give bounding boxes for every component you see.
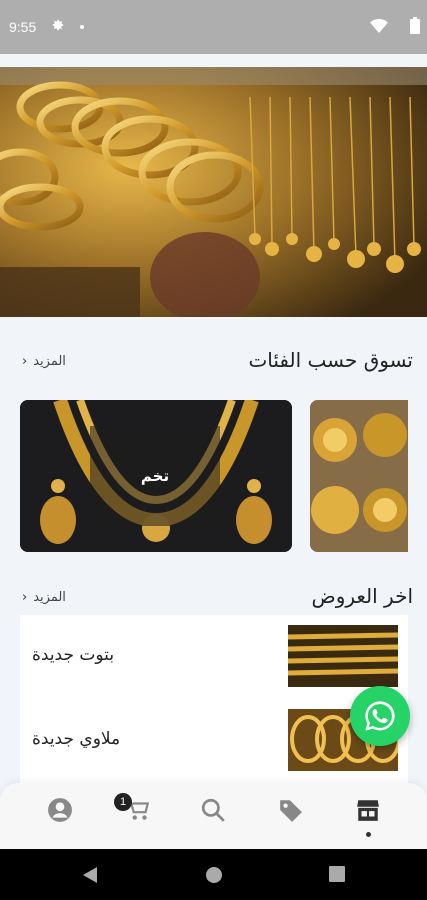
category-card[interactable]: تخم [20,400,292,552]
chevron-left-icon: ‹ [22,354,28,369]
nav-store[interactable] [353,795,383,825]
category-label: تخم [90,426,220,526]
store-icon [357,800,379,821]
gear-icon [52,19,64,31]
status-bar: 9:55 [0,0,427,54]
categories-more-link[interactable]: المزيد ‹ [22,354,66,369]
more-label: المزيد [33,354,66,369]
hero-image [0,67,427,317]
categories-header: تسوق حسب الفئات المزيد ‹ [0,348,427,378]
nav-search[interactable] [198,795,228,825]
search-icon [201,798,225,822]
coins-image [310,400,408,552]
cart-badge: 1 [114,793,132,811]
offer-name: بتوت جديدة [32,645,115,665]
offer-image [288,625,398,687]
offers-title: اخر العروض [311,584,413,608]
more-label: المزيد [33,590,66,605]
offers-list: بتوت جديدة ملاوي جديدة [20,615,408,785]
bottom-navigation [0,783,427,849]
whatsapp-icon [365,701,395,731]
category-card[interactable] [310,400,408,552]
offers-more-link[interactable]: المزيد ‹ [22,590,66,605]
chevron-left-icon: ‹ [22,590,28,605]
status-time: 9:55 [9,19,37,35]
categories-title: تسوق حسب الفئات [248,348,413,372]
nav-offers[interactable] [276,795,306,825]
nav-profile[interactable] [45,795,75,825]
offer-name: ملاوي جديدة [32,729,121,749]
system-nav-bar [0,849,427,900]
wifi-icon [370,19,388,33]
active-indicator [366,832,371,837]
notification-dot [80,25,84,29]
tag-icon [280,800,302,822]
categories-carousel[interactable]: تخم [0,400,427,555]
offers-header: اخر العروض المزيد ‹ [0,584,427,614]
home-icon[interactable] [205,866,223,884]
profile-icon [48,798,72,822]
recents-icon[interactable] [329,866,345,882]
offer-item[interactable]: بتوت جديدة [20,615,408,695]
back-icon[interactable] [82,866,98,884]
whatsapp-button[interactable] [350,686,410,746]
battery-icon [410,17,420,34]
hero-banner[interactable] [0,67,427,317]
